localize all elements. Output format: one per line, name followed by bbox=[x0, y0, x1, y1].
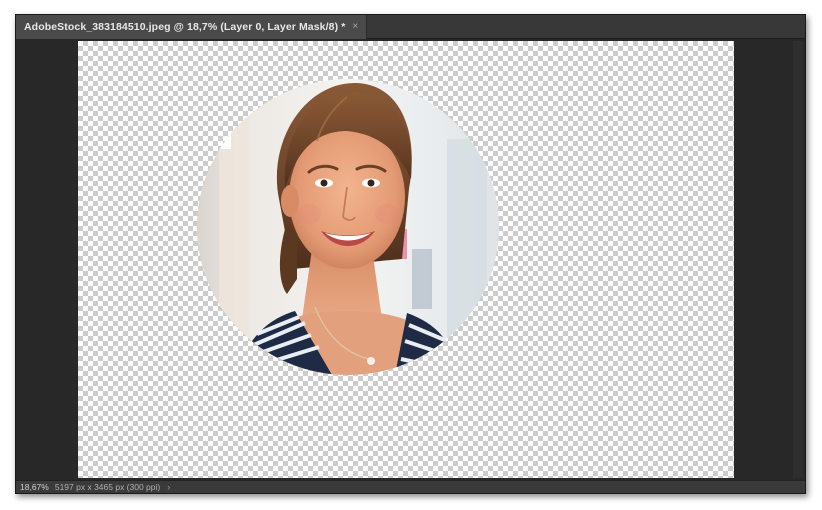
zoom-level-field[interactable]: 18,67% bbox=[20, 482, 49, 492]
document-info: 5197 px x 3465 px (300 ppi) bbox=[54, 482, 161, 492]
masked-portrait-photo bbox=[197, 79, 499, 375]
document-tab-title: AdobeStock_383184510.jpeg @ 18,7% (Layer… bbox=[24, 21, 346, 33]
chevron-right-icon[interactable]: › bbox=[167, 482, 170, 492]
vertical-scrollbar[interactable] bbox=[793, 41, 803, 478]
photoshop-document-window: AdobeStock_383184510.jpeg @ 18,7% (Layer… bbox=[15, 14, 806, 494]
document-tab[interactable]: AdobeStock_383184510.jpeg @ 18,7% (Layer… bbox=[16, 15, 368, 39]
close-icon[interactable]: × bbox=[352, 22, 358, 32]
canvas-workspace[interactable] bbox=[16, 39, 805, 482]
document-tab-bar: AdobeStock_383184510.jpeg @ 18,7% (Layer… bbox=[16, 15, 805, 39]
status-bar: 18,67% 5197 px x 3465 px (300 ppi) › bbox=[16, 480, 805, 493]
document-canvas[interactable] bbox=[78, 41, 734, 478]
